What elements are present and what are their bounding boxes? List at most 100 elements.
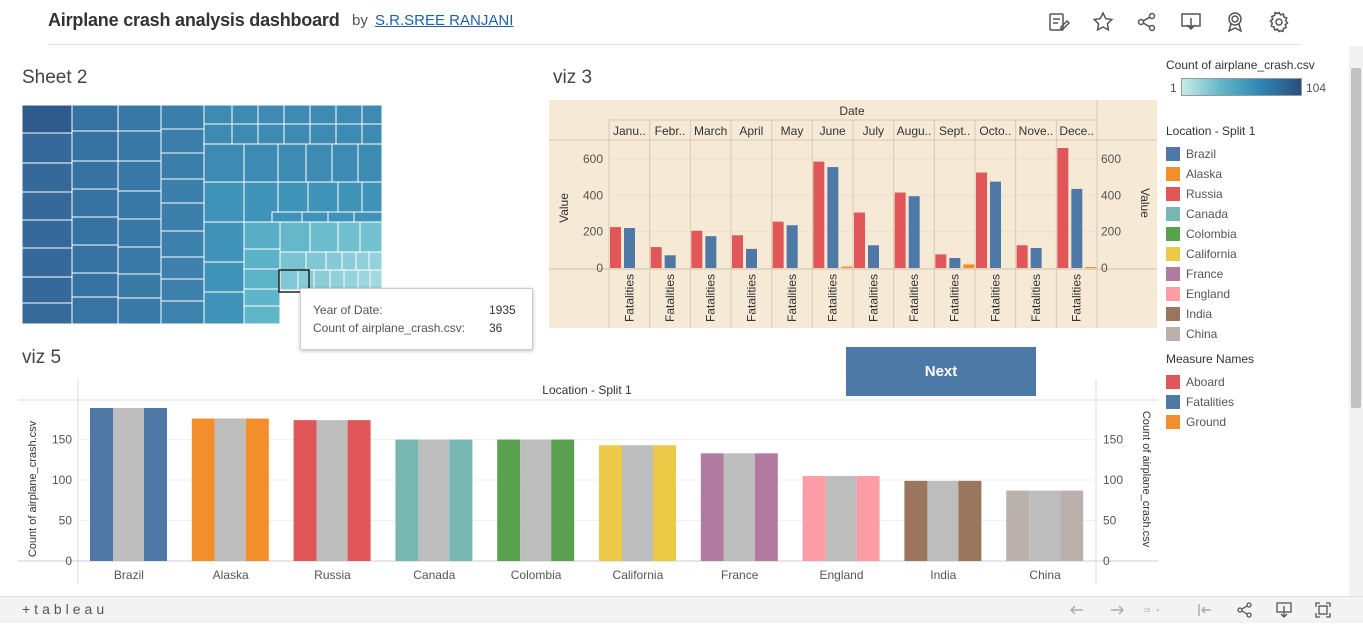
treemap-cell[interactable] — [160, 152, 205, 180]
treemap-cell[interactable] — [22, 105, 73, 134]
treemap-cell[interactable] — [231, 105, 259, 125]
viz5-bar[interactable] — [927, 480, 959, 561]
viz3-bar[interactable] — [963, 264, 975, 268]
viz5-bar[interactable] — [904, 480, 928, 561]
treemap-cell[interactable] — [243, 221, 281, 250]
fullscreen-icon[interactable] — [1314, 601, 1332, 619]
viz5-bar[interactable] — [856, 476, 880, 561]
viz3-bar[interactable] — [610, 227, 621, 268]
treemap-cell[interactable] — [329, 269, 345, 291]
treemap-cell[interactable] — [297, 269, 315, 291]
footer-download-icon[interactable] — [1275, 601, 1293, 619]
location-legend-item[interactable]: Alaska — [1166, 164, 1336, 184]
measure-legend-item[interactable]: Aboard — [1166, 372, 1336, 392]
treemap-cell[interactable] — [357, 269, 371, 291]
treemap-cell[interactable] — [359, 221, 382, 253]
viz3-bar[interactable] — [664, 255, 676, 268]
viz5-bar[interactable] — [551, 439, 575, 561]
viz3-bar[interactable] — [976, 172, 987, 268]
viz3-bar[interactable] — [854, 212, 865, 268]
treemap-cell[interactable] — [309, 221, 339, 253]
treemap-cell[interactable] — [160, 105, 205, 130]
viz3-bar[interactable] — [786, 225, 798, 268]
treemap-cell[interactable] — [117, 105, 162, 132]
viz3-bar[interactable] — [1071, 188, 1083, 268]
viz5-bar[interactable] — [802, 476, 826, 561]
viz5-bar[interactable] — [700, 453, 724, 561]
treemap-cell[interactable] — [160, 256, 205, 280]
treemap-cell[interactable] — [243, 288, 281, 307]
measure-legend-item[interactable]: Fatalities — [1166, 392, 1336, 412]
viz5-bar[interactable] — [293, 420, 317, 561]
location-legend-item[interactable]: Brazil — [1166, 144, 1336, 164]
download-icon[interactable] — [1179, 10, 1203, 34]
treemap-cell[interactable] — [343, 269, 359, 291]
viz5-bar[interactable] — [214, 418, 246, 561]
author-link[interactable]: S.R.SREE RANJANI — [375, 12, 513, 29]
treemap-cell[interactable] — [243, 248, 281, 270]
viz3-bar[interactable] — [1030, 248, 1042, 268]
viz3-bar[interactable] — [894, 192, 906, 268]
location-legend-item[interactable]: India — [1166, 304, 1336, 324]
viz3-bar[interactable] — [1057, 148, 1069, 268]
treemap-cell[interactable] — [117, 297, 162, 324]
viz3-bar[interactable] — [650, 247, 662, 268]
viz5-bar[interactable] — [418, 439, 450, 561]
viz5-bar[interactable] — [1029, 490, 1061, 561]
treemap-cell[interactable] — [243, 268, 281, 290]
treemap-cell[interactable] — [277, 181, 309, 213]
treemap-cell[interactable] — [71, 296, 119, 324]
treemap-cell[interactable] — [160, 202, 205, 232]
viz3-bar[interactable] — [868, 245, 879, 268]
treemap-cell[interactable] — [243, 305, 281, 324]
gear-icon[interactable] — [1267, 10, 1291, 34]
treemap-cell[interactable] — [203, 143, 245, 183]
treemap-cell[interactable] — [243, 143, 279, 183]
viz5-bar[interactable] — [245, 418, 269, 561]
treemap-cell[interactable] — [71, 160, 119, 190]
viz5-bar[interactable] — [316, 420, 348, 561]
treemap-cell[interactable] — [257, 105, 285, 125]
vertical-scrollbar[interactable] — [1349, 46, 1363, 596]
treemap-cell[interactable] — [71, 105, 119, 132]
treemap-cell[interactable] — [71, 244, 119, 274]
location-legend-item[interactable]: France — [1166, 264, 1336, 284]
viz5-bar[interactable] — [90, 408, 113, 561]
viz5-bar[interactable] — [395, 439, 419, 561]
viz3-bar[interactable] — [746, 248, 757, 268]
reset-icon[interactable] — [1196, 601, 1214, 619]
viz5-bar[interactable] — [754, 453, 778, 561]
viz3-bar[interactable] — [732, 235, 743, 268]
treemap-cell[interactable] — [355, 251, 370, 271]
treemap-cell[interactable] — [22, 219, 73, 249]
viz5-bar[interactable] — [520, 439, 552, 561]
viz5-bar[interactable] — [723, 453, 755, 561]
treemap-cell[interactable] — [341, 251, 357, 271]
treemap-cell[interactable] — [337, 181, 363, 213]
location-legend-item[interactable]: Russia — [1166, 184, 1336, 204]
footer-share-icon[interactable] — [1236, 601, 1254, 619]
location-legend-item[interactable]: China — [1166, 324, 1336, 344]
treemap-cell[interactable] — [361, 181, 382, 213]
badge-icon[interactable] — [1223, 10, 1247, 34]
viz3-bar[interactable] — [1016, 245, 1028, 268]
viz3-bar[interactable] — [908, 196, 920, 268]
treemap-cell[interactable] — [203, 105, 233, 125]
viz3-bar[interactable] — [705, 236, 717, 268]
treemap-cell[interactable] — [160, 128, 205, 154]
viz5-bar[interactable] — [191, 418, 215, 561]
viz5-bar[interactable] — [113, 408, 144, 561]
viz5-bar[interactable] — [1060, 490, 1084, 561]
treemap-cell[interactable] — [335, 123, 363, 145]
treemap-cell[interactable] — [117, 160, 162, 192]
treemap-cell[interactable] — [369, 269, 382, 291]
treemap-cell[interactable] — [203, 221, 245, 263]
viz5-bar[interactable] — [599, 445, 622, 561]
viz3-bar[interactable] — [827, 167, 839, 268]
treemap-cell[interactable] — [331, 143, 359, 183]
treemap-cell[interactable] — [117, 273, 162, 299]
treemap-cell[interactable] — [277, 143, 307, 183]
viz5-bar[interactable] — [347, 420, 371, 561]
treemap-cell[interactable] — [279, 221, 311, 253]
viz3-bar[interactable] — [949, 258, 961, 268]
